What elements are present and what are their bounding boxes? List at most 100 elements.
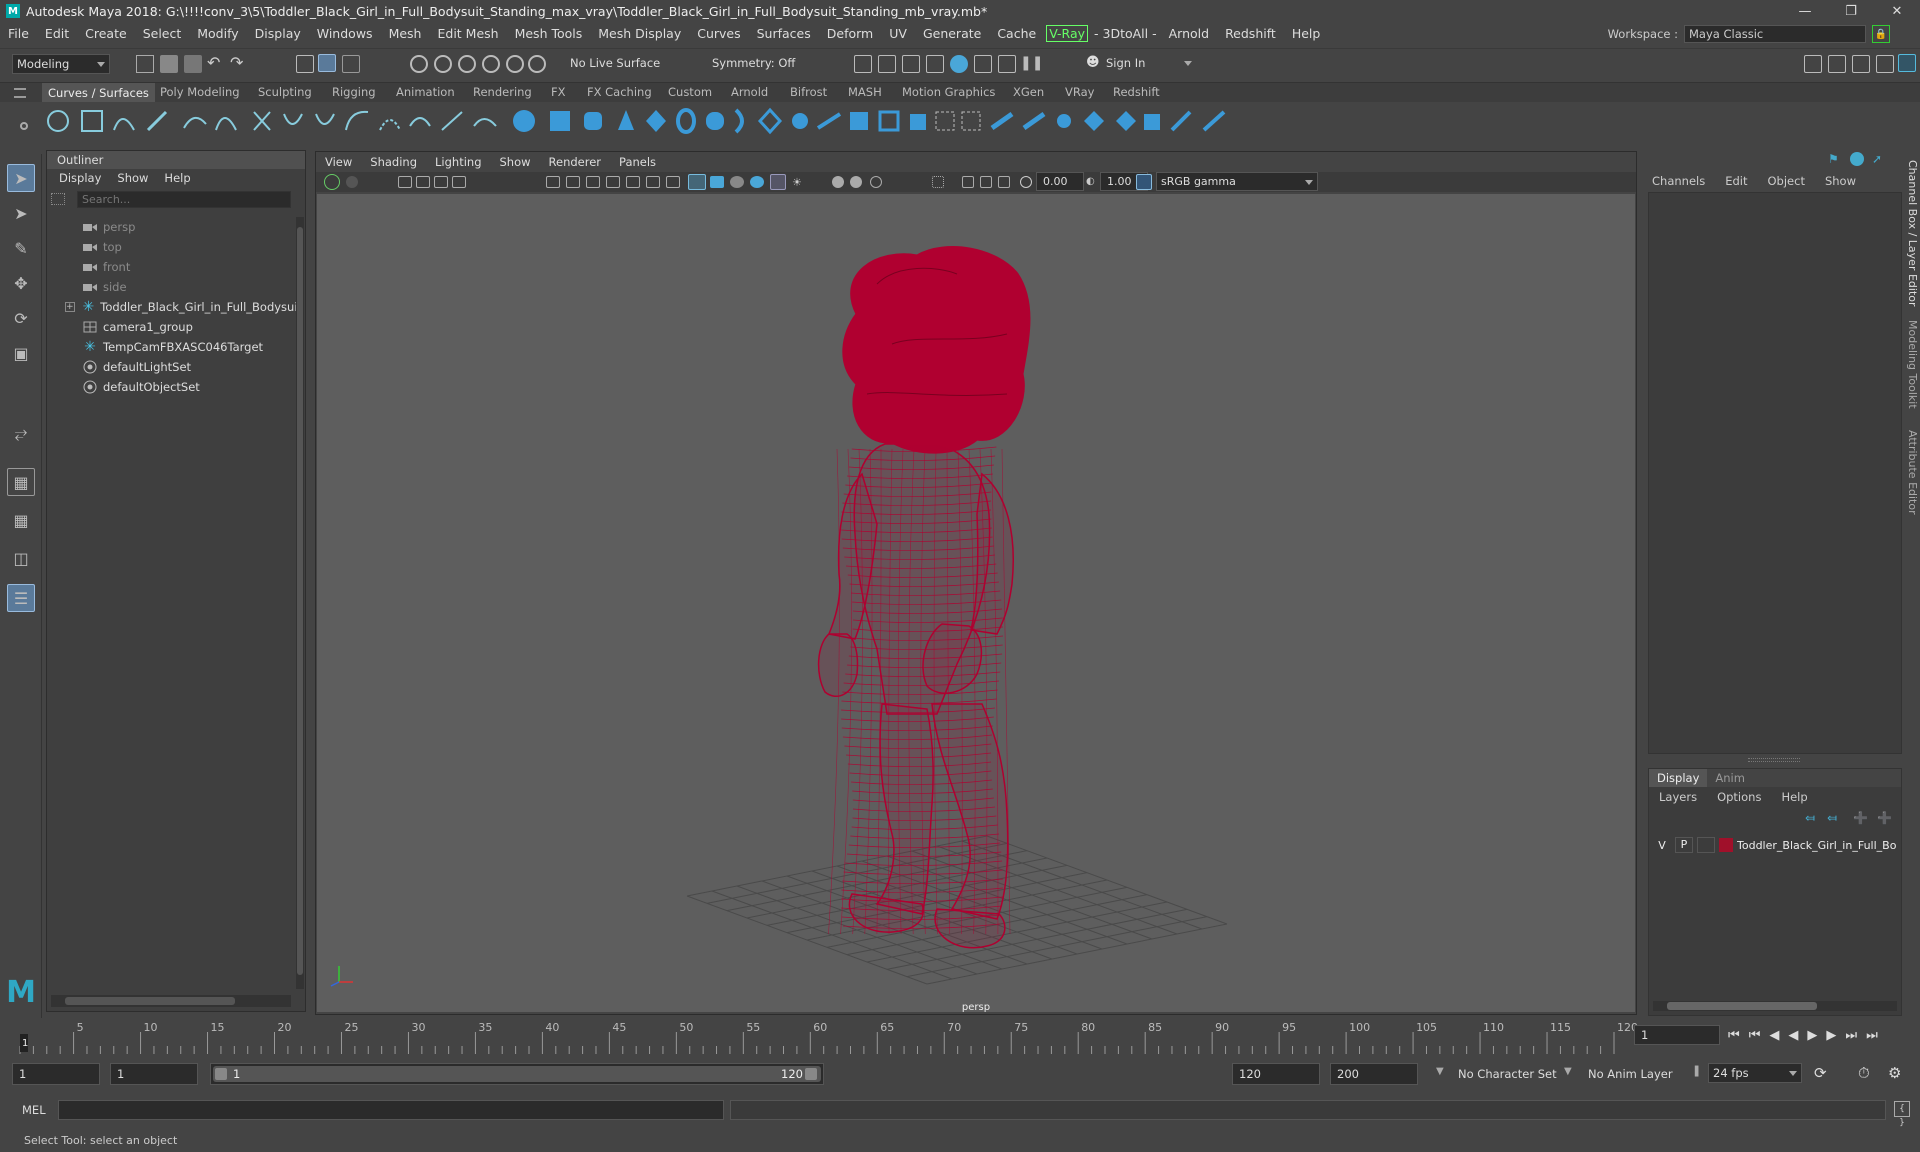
menu-edit-mesh[interactable]: Edit Mesh — [429, 26, 506, 41]
extend-surface-icon[interactable] — [1022, 111, 1046, 131]
play-forwards-icon[interactable]: ▶ — [1807, 1028, 1817, 1043]
menu-cache[interactable]: Cache — [989, 26, 1044, 41]
curve-edit-icon[interactable] — [441, 111, 463, 131]
menu-vray[interactable]: V-Ray — [1046, 24, 1089, 42]
shelf-tab-mash[interactable]: MASH — [848, 85, 882, 99]
shelf-tab-bifrost[interactable]: Bifrost — [790, 85, 827, 99]
menu-arnold[interactable]: Arnold — [1161, 26, 1217, 41]
menu-edit[interactable]: Edit — [37, 26, 77, 41]
insert-isoparm-icon[interactable] — [990, 111, 1014, 131]
layer-row[interactable]: V P Toddler_Black_Girl_in_Full_Boc — [1653, 835, 1899, 855]
channel-icon-3[interactable]: ➚ — [1872, 152, 1886, 166]
extrude-icon[interactable] — [792, 113, 808, 129]
bezier-curve-icon[interactable] — [215, 117, 237, 131]
maximize-button[interactable]: ❐ — [1828, 0, 1874, 22]
curve-intersect-icon[interactable] — [253, 111, 271, 131]
shelf-tab-rigging[interactable]: Rigging — [332, 85, 376, 99]
sculpt-geometry-icon[interactable] — [1084, 111, 1104, 131]
menu-mesh-display[interactable]: Mesh Display — [590, 26, 689, 41]
auto-key-icon[interactable]: ⏱ — [1858, 1064, 1870, 1082]
shelf-tab-animation[interactable]: Animation — [396, 85, 455, 99]
channel-menu-show[interactable]: Show — [1825, 174, 1856, 188]
detach-curves-icon[interactable] — [315, 113, 335, 125]
snap-curve-icon[interactable] — [434, 55, 452, 73]
viewport-menu-view[interactable]: View — [325, 155, 352, 169]
outliner-menu-display[interactable]: Display — [59, 171, 101, 185]
new-scene-icon[interactable] — [136, 55, 154, 73]
playback-end-field[interactable]: 120 — [1232, 1063, 1320, 1085]
viewport-menu-panels[interactable]: Panels — [619, 155, 656, 169]
shadows-icon[interactable] — [832, 176, 844, 188]
show-manipulator-icon[interactable]: ⥂ — [7, 419, 35, 447]
vray-ipr-icon[interactable] — [998, 55, 1016, 73]
close-button[interactable]: ✕ — [1874, 0, 1920, 22]
select-camera-icon[interactable] — [324, 174, 340, 190]
nurbs-sphere-icon[interactable] — [513, 110, 535, 132]
layer-menu-options[interactable]: Options — [1717, 790, 1761, 804]
layer-visibility-toggle[interactable]: V — [1653, 839, 1671, 852]
play-backwards-icon[interactable]: ◀ — [1788, 1028, 1798, 1043]
nurbs-circle-icon[interactable] — [47, 110, 69, 132]
sign-in-dropdown[interactable]: Sign In — [1082, 54, 1196, 74]
menu-deform[interactable]: Deform — [819, 26, 881, 41]
live-surface-label[interactable]: No Live Surface — [570, 56, 660, 70]
scale-tool-icon[interactable]: ▣ — [7, 339, 35, 367]
trim-icon[interactable] — [878, 110, 900, 132]
ep-curve-icon[interactable] — [146, 110, 168, 132]
go-to-start-icon[interactable]: ⏮ — [1728, 1028, 1740, 1043]
perspective-viewport[interactable]: persp — [317, 194, 1635, 1012]
menu-set-dropdown[interactable]: Modeling — [12, 54, 110, 74]
move-layer-down-icon[interactable]: ⤆ — [1827, 811, 1837, 825]
wire-icon[interactable] — [1144, 114, 1160, 130]
four-view-layout-icon[interactable]: ▦ — [7, 506, 35, 534]
menu-windows[interactable]: Windows — [309, 26, 381, 41]
toddler-wireframe-mesh[interactable] — [817, 246, 1031, 949]
2d-pan-zoom-icon[interactable] — [434, 176, 448, 188]
range-slider[interactable]: 1 120 — [210, 1063, 824, 1085]
snap-center-icon[interactable] — [528, 55, 546, 73]
step-forward-frame-icon[interactable]: ▶ — [1826, 1028, 1836, 1043]
shelf-tab-sculpting[interactable]: Sculpting — [258, 85, 312, 99]
camera-attributes-icon[interactable] — [346, 176, 358, 188]
shelf-tab-redshift[interactable]: Redshift — [1113, 85, 1160, 99]
side-tab-attribute-editor[interactable]: Attribute Editor — [1906, 430, 1919, 515]
shelf-tab-fx-caching[interactable]: FX Caching — [587, 85, 652, 99]
step-back-frame-icon[interactable]: ◀ — [1769, 1028, 1779, 1043]
animation-end-field[interactable]: 200 — [1330, 1063, 1418, 1085]
step-forward-key-icon[interactable]: ⏭ — [1845, 1028, 1857, 1043]
layer-playback-toggle[interactable]: P — [1675, 837, 1693, 853]
menu-display[interactable]: Display — [247, 26, 309, 41]
menu-help[interactable]: Help — [1284, 26, 1329, 41]
paint-weights-icon[interactable] — [1170, 110, 1192, 132]
anim-layer-icon[interactable]: ▼ — [1564, 1066, 1576, 1080]
shelf-tab-arnold[interactable]: Arnold — [731, 85, 768, 99]
viewport-menu-show[interactable]: Show — [500, 155, 531, 169]
script-editor-icon[interactable]: { } — [1894, 1101, 1910, 1128]
menu-select[interactable]: Select — [135, 26, 190, 41]
time-ruler[interactable]: 5 10 15 20 25 30 35 40 45 50 55 60 65 70 75 80 85 90 95 100… — [0, 1018, 1640, 1054]
outliner-horizontal-scrollbar[interactable] — [51, 995, 291, 1007]
side-tab-modeling-toolkit[interactable]: Modeling Toolkit — [1906, 320, 1919, 409]
motion-blur-icon[interactable] — [870, 176, 882, 188]
minimize-button[interactable]: — — [1782, 0, 1828, 22]
offset-curve-icon[interactable] — [345, 110, 369, 131]
select-by-component-icon[interactable] — [342, 55, 360, 73]
snap-view-plane-icon[interactable] — [482, 55, 500, 73]
nurbs-cylinder-icon[interactable] — [584, 112, 602, 130]
field-chart-icon[interactable] — [626, 176, 640, 188]
nurbs-plane-icon[interactable] — [646, 110, 666, 132]
xray-joints-icon[interactable] — [980, 176, 992, 188]
lights-icon[interactable]: ☀ — [792, 176, 806, 189]
viewport-menu-lighting[interactable]: Lighting — [435, 155, 481, 169]
shelf-tab-curves-surfaces[interactable]: Curves / Surfaces — [42, 83, 155, 103]
intersect-surfaces-icon[interactable] — [961, 111, 981, 131]
render-current-frame-icon[interactable] — [854, 55, 872, 73]
exposure-icon[interactable] — [1020, 176, 1032, 188]
menu-file[interactable]: File — [0, 26, 37, 41]
hud-toggle-icon[interactable] — [962, 176, 974, 188]
side-tab-channel-box[interactable]: Channel Box / Layer Editor — [1906, 160, 1919, 307]
animation-preferences-icon[interactable]: ⚙ — [1888, 1064, 1901, 1082]
grease-pencil-icon[interactable] — [452, 176, 466, 188]
channel-icon-1[interactable]: ⚑ — [1828, 152, 1842, 166]
new-layer-icon[interactable]: ➕ — [1853, 811, 1868, 825]
